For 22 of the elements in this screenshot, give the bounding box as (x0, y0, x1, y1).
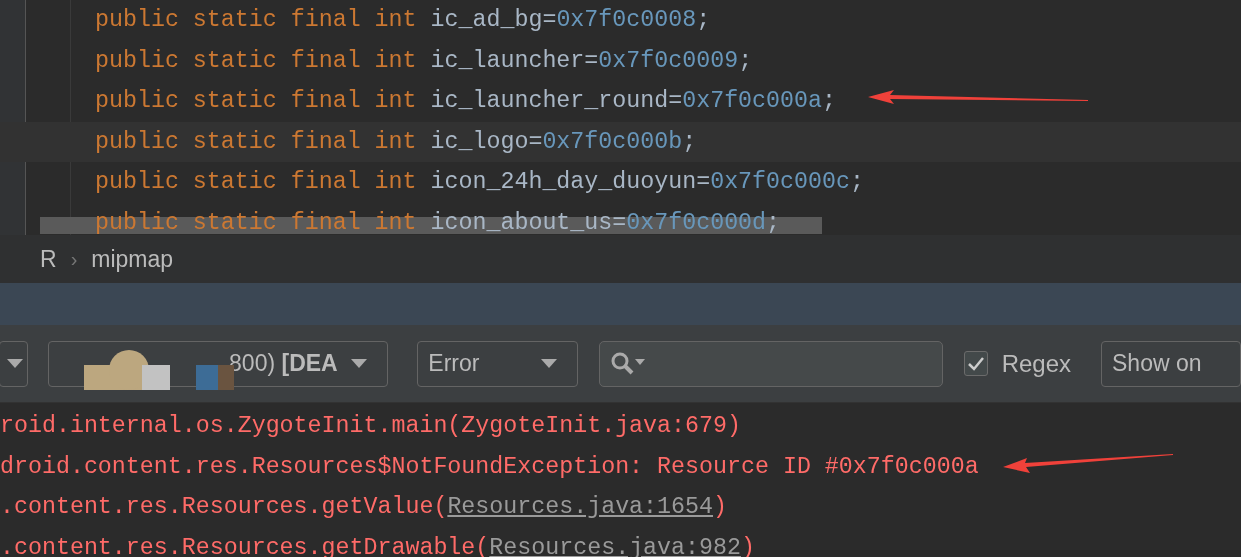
log-line: .content.res.Resources.getValue(Resources.java:1654) (0, 494, 727, 520)
breadcrumb-item[interactable]: mipmap (91, 245, 174, 273)
regex-checkbox[interactable] (964, 351, 988, 376)
breadcrumb-item[interactable]: R (40, 245, 57, 273)
code-line: public static final int icon_about_us=0x7f0c000d; (95, 209, 781, 235)
caret-icon (541, 359, 558, 368)
source-link[interactable]: Resources.java:1654 (447, 494, 713, 520)
code-line: public static final int ic_launcher=0x7f0c0009; (95, 47, 753, 74)
caret-icon (351, 359, 368, 368)
code-line: public static final int ic_ad_bg=0x7f0c0008; (95, 7, 711, 33)
code-line: public static final int icon_24h_day_duoyun=0x7f0c000c; (95, 169, 864, 195)
code-line: public static final int ic_launcher_round=0x7f0c000a; (95, 88, 836, 114)
breadcrumb-separator: › (70, 247, 78, 271)
caret-icon (7, 359, 24, 368)
log-line: droid.content.res.Resources$NotFoundException: Resource ID #0x7f0c000a (0, 453, 979, 480)
log-line: roid.internal.os.ZygoteInit.main(ZygoteInit.java:679) (0, 413, 741, 439)
level-dropdown[interactable]: Error (417, 340, 579, 387)
regex-label: Regex (1001, 349, 1071, 378)
code-line: public static final int ic_logo=0x7f0c000b; (95, 128, 697, 155)
dropdown[interactable] (0, 340, 29, 387)
filter-dropdown[interactable]: Show on (1101, 340, 1241, 387)
search-field[interactable] (599, 340, 944, 387)
